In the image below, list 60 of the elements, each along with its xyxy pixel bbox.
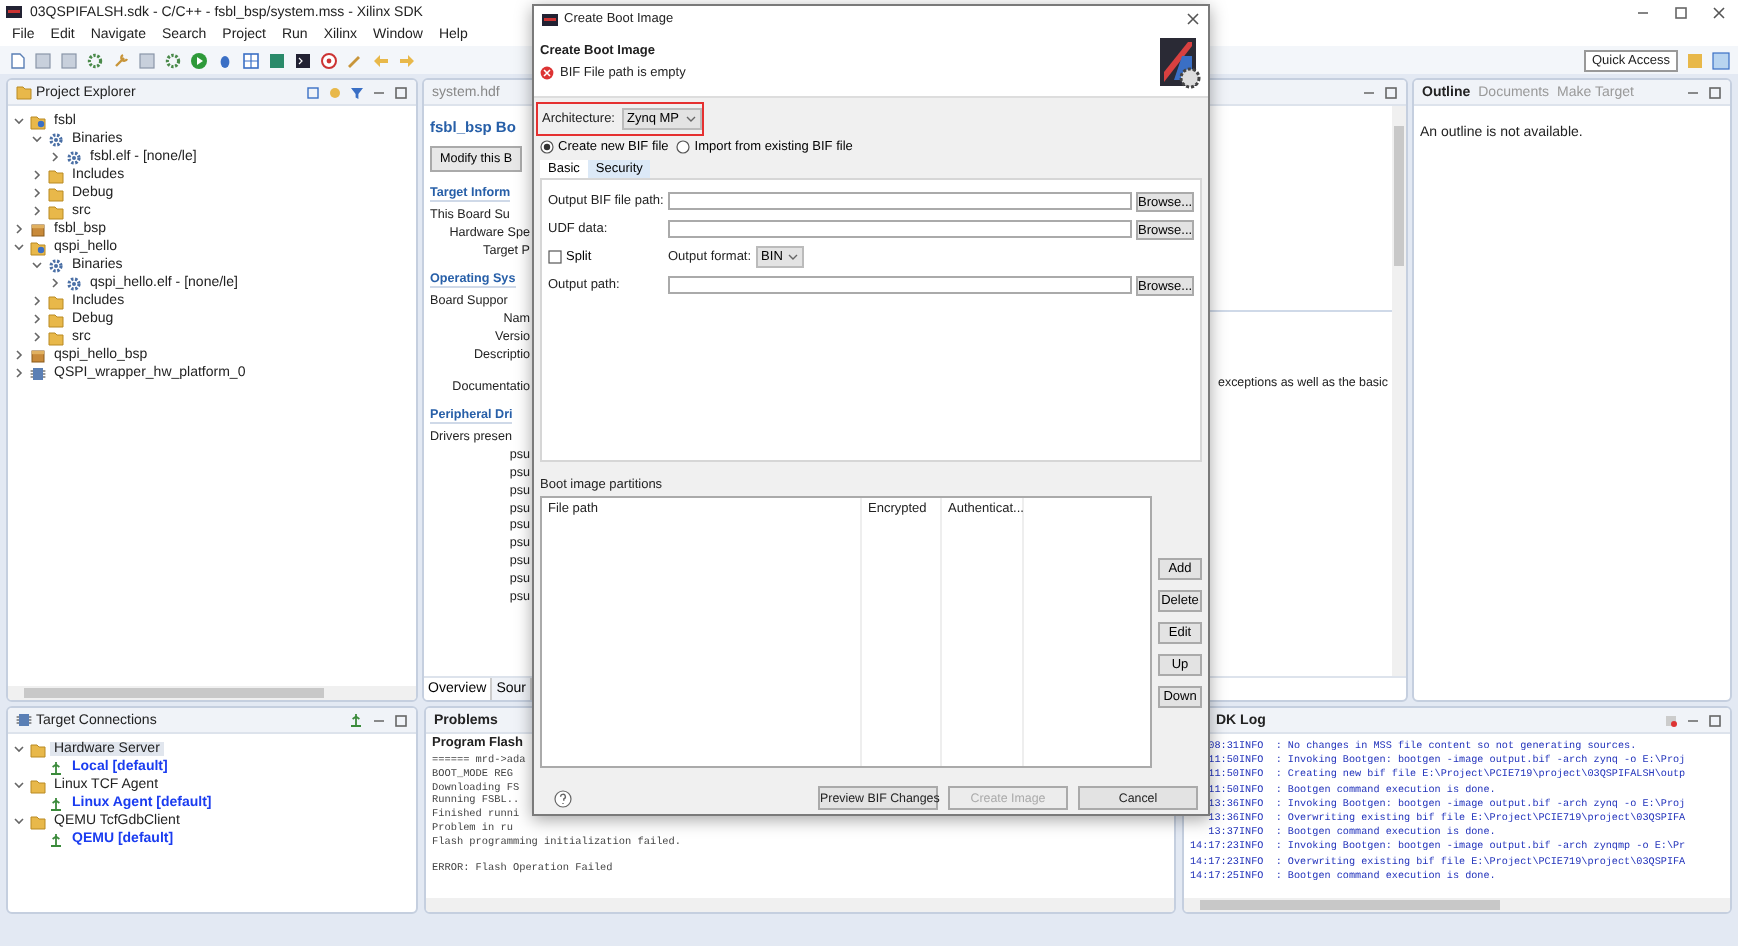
chevron-icon[interactable]: [12, 240, 26, 254]
chevron-icon[interactable]: [12, 366, 26, 380]
folder-icon: [30, 777, 46, 793]
terminal-icon[interactable]: [294, 51, 312, 69]
chevron-icon[interactable]: [30, 294, 44, 308]
maximize-icon[interactable]: [394, 713, 408, 727]
scrollbar[interactable]: [426, 898, 1174, 912]
chevron-icon[interactable]: [12, 114, 26, 128]
chevron-icon[interactable]: [30, 312, 44, 326]
chevron-icon[interactable]: [48, 276, 62, 290]
maximize-icon[interactable]: [1708, 713, 1722, 727]
scrollbar[interactable]: [8, 686, 416, 700]
grid-icon[interactable]: [242, 51, 260, 69]
gear-icon[interactable]: [164, 51, 182, 69]
package-icon: [30, 221, 46, 237]
scrollbar[interactable]: [1392, 106, 1406, 676]
project-folder-icon: [30, 239, 46, 255]
folder-icon: [30, 813, 46, 829]
chevron-icon[interactable]: [12, 348, 26, 362]
document-icon[interactable]: [8, 51, 26, 69]
chevron-icon[interactable]: [30, 168, 44, 182]
help-icon[interactable]: [554, 789, 572, 807]
logo-icon: [6, 6, 22, 18]
input-field[interactable]: [668, 220, 1132, 238]
folder-icon: [30, 741, 46, 757]
chevron-icon[interactable]: [12, 222, 26, 236]
folder-icon: [16, 84, 32, 100]
input-field[interactable]: [668, 276, 1132, 294]
filter-icon[interactable]: [350, 85, 364, 99]
antenna-icon: [348, 712, 364, 728]
chevron-icon[interactable]: [12, 778, 26, 792]
chevron-icon[interactable]: [30, 186, 44, 200]
caret-icon: [788, 252, 799, 262]
scrollbar[interactable]: [1184, 898, 1730, 912]
chevron-icon[interactable]: [12, 742, 26, 756]
target-icon[interactable]: [320, 51, 338, 69]
chevron-icon[interactable]: [30, 204, 44, 218]
chevron-icon[interactable]: [48, 150, 62, 164]
antenna-icon: [48, 831, 64, 847]
maximize-icon[interactable]: [394, 85, 408, 99]
chevron-icon[interactable]: [12, 814, 26, 828]
gear-icon[interactable]: [86, 51, 104, 69]
chevron-icon[interactable]: [30, 330, 44, 344]
antenna-icon: [48, 795, 64, 811]
caret-icon: [685, 114, 696, 124]
maximize-icon[interactable]: [1674, 5, 1688, 19]
close-icon[interactable]: [1186, 12, 1200, 26]
chevron-icon[interactable]: [30, 132, 44, 146]
error-icon: [540, 66, 554, 80]
logo-icon: [542, 13, 558, 25]
chevron-icon[interactable]: [30, 258, 44, 272]
antenna-icon: [48, 759, 64, 775]
close-icon[interactable]: [1712, 5, 1726, 19]
maximize-icon[interactable]: [1384, 85, 1398, 99]
wrench-icon[interactable]: [112, 51, 130, 69]
input-field[interactable]: [668, 192, 1132, 210]
play-icon[interactable]: [190, 51, 208, 69]
maximize-icon[interactable]: [1708, 85, 1722, 99]
package-icon: [30, 347, 46, 363]
project-folder-icon: [30, 113, 46, 129]
